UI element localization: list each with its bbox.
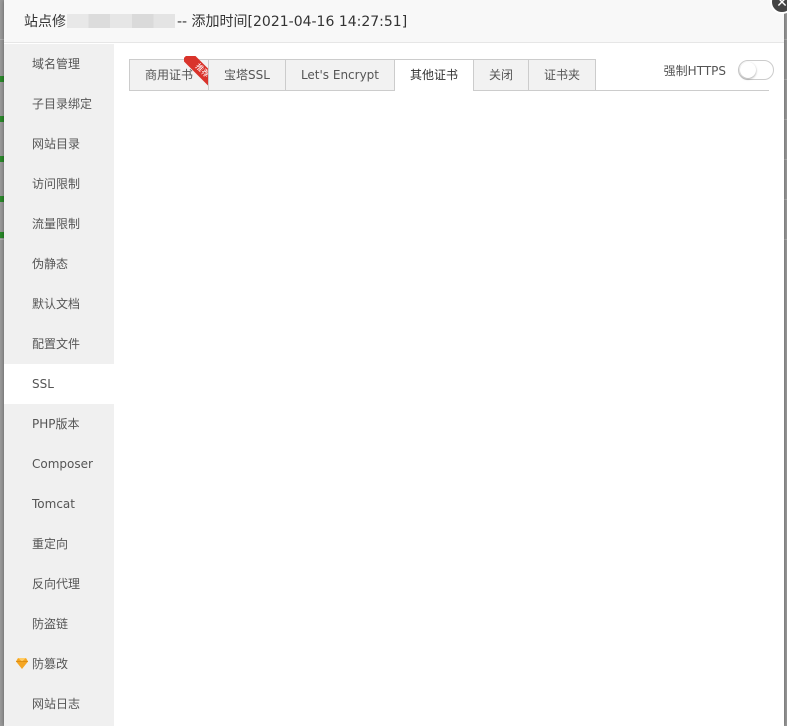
sidebar-item-ssl[interactable]: SSL — [4, 364, 114, 404]
force-https-control: 强制HTTPS — [664, 60, 774, 80]
settings-sidebar: 域名管理 子目录绑定 网站目录 访问限制 流量限制 伪静态 默认文档 配置文件 … — [4, 44, 114, 726]
sidebar-item-composer[interactable]: Composer — [4, 444, 114, 484]
tab-label: 其他证书 — [410, 68, 459, 82]
sidebar-item-label: 访问限制 — [32, 177, 81, 191]
sidebar-item-label: 防盗链 — [32, 617, 69, 631]
sidebar-item-label: 网站日志 — [32, 697, 81, 711]
tab-label: 宝塔SSL — [224, 68, 270, 82]
sidebar-item-label: 网站目录 — [32, 137, 81, 151]
sidebar-item-php-version[interactable]: PHP版本 — [4, 404, 114, 444]
sidebar-item-subdirectory-binding[interactable]: 子目录绑定 — [4, 84, 114, 124]
sidebar-item-domains[interactable]: 域名管理 — [4, 44, 114, 84]
sidebar-item-label: 子目录绑定 — [32, 97, 93, 111]
sidebar-item-label: SSL — [32, 377, 54, 391]
toggle-knob — [740, 62, 756, 78]
sidebar-item-label: 域名管理 — [32, 57, 81, 71]
site-settings-dialog: 站点修 -- 添加时间[2021-04-16 14:27:51] ✕ 域名管理 … — [4, 0, 787, 726]
dialog-title-suffix: -- 添加时间[2021-04-16 14:27:51] — [177, 14, 408, 30]
sidebar-item-rewrite[interactable]: 伪静态 — [4, 244, 114, 284]
sidebar-item-label: Composer — [32, 457, 93, 471]
sidebar-item-label: 配置文件 — [32, 337, 81, 351]
sidebar-item-label: 流量限制 — [32, 217, 81, 231]
sidebar-item-label: 重定向 — [32, 537, 69, 551]
sidebar-item-label: Tomcat — [32, 497, 75, 511]
sidebar-item-tamper-protection[interactable]: 防篡改 — [4, 644, 114, 684]
sidebar-item-label: 伪静态 — [32, 257, 69, 271]
sidebar-item-label: 防篡改 — [32, 657, 69, 671]
dialog-title-prefix: 站点修 — [24, 14, 66, 30]
sidebar-item-label: PHP版本 — [32, 417, 80, 431]
tab-baota-ssl[interactable]: 宝塔SSL — [208, 59, 286, 90]
sidebar-item-site-directory[interactable]: 网站目录 — [4, 124, 114, 164]
sidebar-item-access-limit[interactable]: 访问限制 — [4, 164, 114, 204]
sidebar-item-config-file[interactable]: 配置文件 — [4, 324, 114, 364]
sidebar-item-redirect[interactable]: 重定向 — [4, 524, 114, 564]
tab-label: 证书夹 — [544, 68, 581, 82]
tab-other-cert[interactable]: 其他证书 — [394, 59, 475, 91]
sidebar-item-site-logs[interactable]: 网站日志 — [4, 684, 114, 724]
dialog-title-bar: 站点修 -- 添加时间[2021-04-16 14:27:51] — [4, 0, 784, 43]
sidebar-item-hotlink-protection[interactable]: 防盗链 — [4, 604, 114, 644]
sidebar-item-default-document[interactable]: 默认文档 — [4, 284, 114, 324]
ssl-panel: 商用证书 推荐 宝塔SSL Let's Encrypt 其他证书 关闭 证书夹 … — [114, 44, 784, 726]
redacted-site-name — [67, 14, 175, 28]
tab-label: Let's Encrypt — [300, 68, 380, 82]
tab-cert-folder[interactable]: 证书夹 — [528, 59, 597, 90]
tab-commercial-cert[interactable]: 商用证书 推荐 — [129, 56, 215, 90]
force-https-label: 强制HTTPS — [663, 63, 726, 78]
gem-icon — [16, 658, 28, 669]
force-https-toggle[interactable] — [738, 60, 774, 80]
sidebar-item-traffic-limit[interactable]: 流量限制 — [4, 204, 114, 244]
tab-lets-encrypt[interactable]: Let's Encrypt — [284, 59, 396, 90]
tab-close-ssl[interactable]: 关闭 — [473, 59, 530, 90]
sidebar-item-tomcat[interactable]: Tomcat — [4, 484, 114, 524]
sidebar-item-label: 默认文档 — [32, 297, 81, 311]
tab-label: 关闭 — [489, 68, 514, 82]
sidebar-item-label: 反向代理 — [32, 577, 81, 591]
sidebar-item-reverse-proxy[interactable]: 反向代理 — [4, 564, 114, 604]
